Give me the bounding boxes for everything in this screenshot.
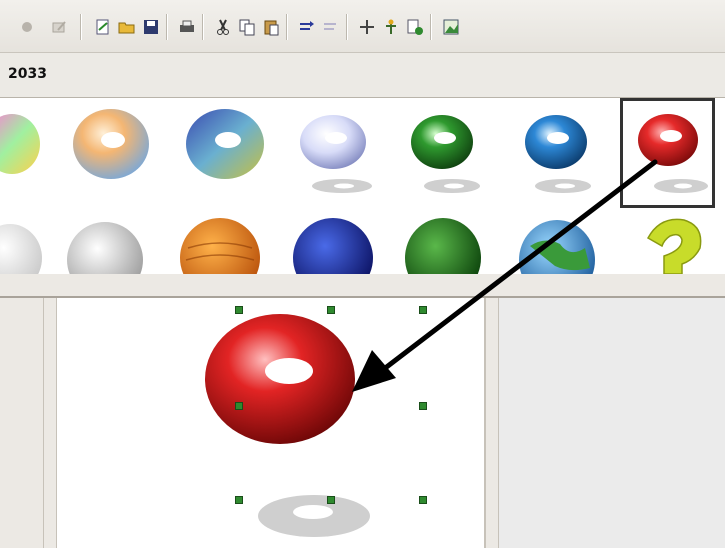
drag-arrow-annotation <box>352 159 658 392</box>
